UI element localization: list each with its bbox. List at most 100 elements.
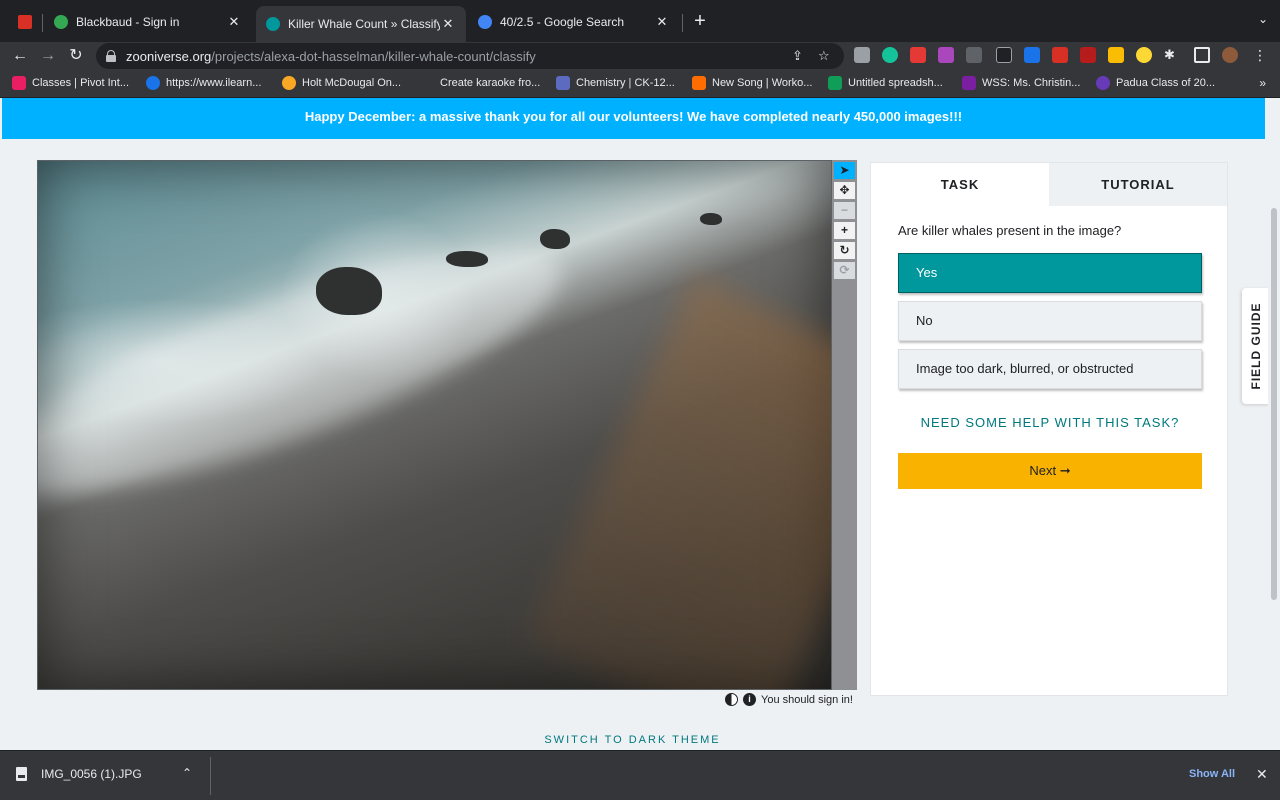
bookmark-item[interactable]: Chemistry | CK-12... [556,76,675,90]
scrollbar-thumb[interactable] [1271,208,1277,600]
field-guide-label: FIELD GUIDE [1249,302,1263,390]
download-bar: IMG_0056 (1).JPG ⌃ Show All ✕ [0,750,1280,800]
bookmark-item[interactable]: Holt McDougal On... [282,76,401,90]
netflix-icon[interactable] [1080,47,1096,63]
tab-pinned[interactable] [8,8,40,36]
extension-icon[interactable] [1136,47,1152,63]
info-icon[interactable]: i [743,693,756,706]
bookmark-item[interactable]: WSS: Ms. Christin... [962,76,1080,90]
browser-toolbar: ← → ↻ zooniverse.org /projects/alexa-dot… [0,42,1280,70]
tab-separator [682,14,683,32]
reload-icon[interactable]: ↻ [64,44,88,68]
divider [210,757,211,795]
tab-title: Killer Whale Count » Classify – [288,17,440,31]
bookmark-label: Create karaoke fro... [440,77,541,89]
bookmark-favicon-icon [692,76,706,90]
grammarly-icon[interactable] [882,47,898,63]
extension-icon[interactable] [1052,47,1068,63]
extension-icon[interactable] [966,47,982,63]
bookmark-favicon-icon [282,76,296,90]
bookmarks-bar: Classes | Pivot Int... https://www.ilear… [0,70,1280,98]
url-host: zooniverse.org [126,48,212,64]
profile-avatar[interactable] [1222,47,1238,63]
next-button[interactable]: Next ➞ [898,453,1202,489]
bookmark-item[interactable]: New Song | Worko... [692,76,812,90]
bookmark-favicon-icon [12,76,26,90]
extension-icon[interactable] [996,47,1012,63]
tab-task[interactable]: TASK [871,163,1049,206]
extension-icon[interactable] [938,47,954,63]
new-tab-plus-icon[interactable]: + [688,10,712,33]
bookmarks-overflow-icon[interactable]: » [1259,76,1266,90]
extension-icon[interactable] [854,47,870,63]
field-guide-tab[interactable]: FIELD GUIDE [1242,288,1270,404]
forward-arrow-icon[interactable]: → [36,44,60,68]
close-icon[interactable]: ✕ [1256,766,1268,783]
bookmark-favicon-icon [556,76,570,90]
dark-theme-toggle[interactable]: SWITCH TO DARK THEME [0,734,1265,746]
download-file-name: IMG_0056 (1).JPG [41,767,142,781]
image-toolbar: ➤ ✥ − + ↻ ⟳ [832,160,857,690]
task-panel: TASK TUTORIAL Are killer whales present … [870,162,1228,696]
bookmark-label: Holt McDougal On... [302,77,402,89]
answer-too-dark[interactable]: Image too dark, blurred, or obstructed [898,349,1202,389]
blackbaud-icon [54,15,68,29]
bookmark-favicon-icon [146,76,160,90]
close-tab-icon[interactable]: ✕ [226,14,242,30]
extension-icon[interactable] [1024,47,1040,63]
extension-icon[interactable] [1108,47,1124,63]
tab-blackbaud[interactable]: Blackbaud - Sign in ✕ [44,8,252,36]
task-tabs: TASK TUTORIAL [871,163,1227,206]
tab-title: 40/2.5 - Google Search [500,15,625,29]
show-all-button[interactable]: Show All [1189,768,1235,780]
tab-killer-whale-count[interactable]: Killer Whale Count » Classify – ✕ [256,6,466,42]
bookmark-item[interactable]: Untitled spreadsh... [828,76,943,90]
file-icon [16,767,27,781]
tab-separator [42,14,43,32]
menu-kebab-icon[interactable]: ⋮ [1252,47,1268,63]
lock-icon [106,50,116,62]
extension-icon[interactable] [910,47,926,63]
bookmark-item[interactable]: Create karaoke fro... [420,76,540,90]
back-arrow-icon[interactable]: ← [8,44,32,68]
zoom-out-icon[interactable]: − [834,202,855,219]
bookmark-item[interactable]: https://www.ilearn... [146,76,261,90]
bookmark-favicon-icon [962,76,976,90]
page-scrollbar[interactable] [1268,98,1280,750]
bookmark-item[interactable]: Padua Class of 20... [1096,76,1215,90]
rotate-icon[interactable]: ↻ [834,242,855,259]
url-path: /projects/alexa-dot-hasselman/killer-wha… [211,48,536,64]
side-panel-icon[interactable] [1194,47,1210,63]
puzzle-extensions-icon[interactable]: ✱ [1164,47,1180,63]
subject-meta: i You should sign in! [725,693,853,706]
subject-image[interactable] [37,160,832,690]
tab-tutorial[interactable]: TUTORIAL [1049,163,1227,206]
tab-search-chevron-icon[interactable]: ⌄ [1258,12,1268,26]
invert-contrast-icon[interactable] [725,693,738,706]
answer-yes[interactable]: Yes [898,253,1202,293]
share-icon[interactable]: ⇪ [792,48,803,64]
reset-view-icon[interactable]: ⟳ [834,262,855,279]
pan-tool-icon[interactable]: ✥ [834,182,855,199]
close-tab-icon[interactable]: ✕ [440,16,456,32]
tab-google-search[interactable]: 40/2.5 - Google Search ✕ [468,8,680,36]
bookmark-star-icon[interactable]: ☆ [818,48,830,64]
close-tab-icon[interactable]: ✕ [654,14,670,30]
browser-tab-strip: Blackbaud - Sign in ✕ Killer Whale Count… [0,0,1280,42]
bookmark-label: Classes | Pivot Int... [32,77,130,89]
address-bar[interactable]: zooniverse.org /projects/alexa-dot-hasse… [96,43,844,69]
bookmark-item[interactable]: Classes | Pivot Int... [12,76,129,90]
gmail-icon [18,15,32,29]
image-vignette [38,161,831,689]
sign-in-note: You should sign in! [761,693,853,706]
download-item[interactable]: IMG_0056 (1).JPG [16,767,142,781]
chevron-up-icon[interactable]: ⌃ [182,766,192,780]
help-link[interactable]: NEED SOME HELP WITH THIS TASK? [898,415,1202,430]
bookmark-label: Chemistry | CK-12... [576,77,675,89]
answer-no[interactable]: No [898,301,1202,341]
bookmark-label: https://www.ilearn... [166,77,262,89]
bookmark-favicon-icon [1096,76,1110,90]
pointer-tool-icon[interactable]: ➤ [834,162,855,179]
zoom-in-icon[interactable]: + [834,222,855,239]
bookmark-label: WSS: Ms. Christin... [982,77,1081,89]
